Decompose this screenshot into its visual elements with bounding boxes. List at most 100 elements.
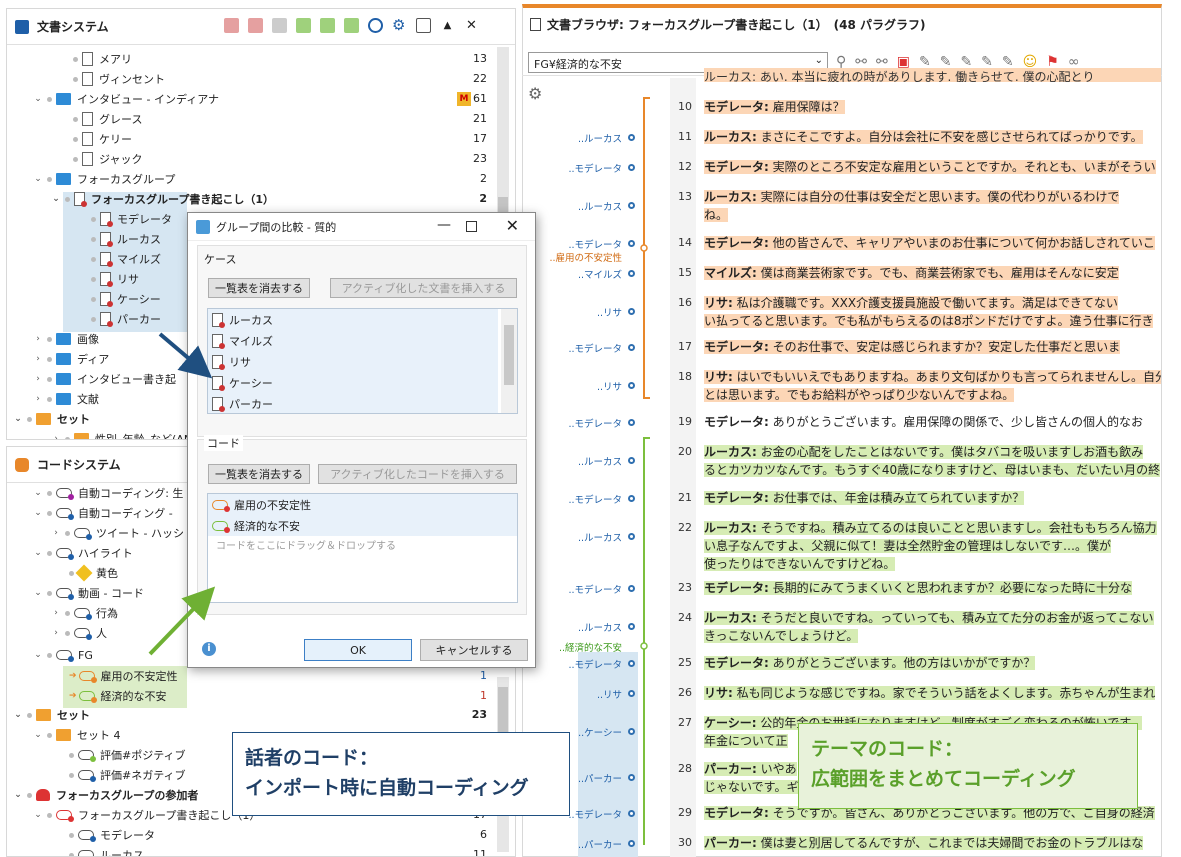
paragraph-text[interactable]: モデレータ: お仕事では、年金は積み立てられていますか？ — [704, 489, 1161, 507]
code-row-video[interactable]: ⌄ 動画 - コード — [33, 583, 144, 603]
close-icon[interactable]: ✕ — [506, 216, 519, 235]
tree-row-media[interactable]: › ディア — [33, 349, 109, 369]
speaker-code-stripe[interactable] — [628, 270, 635, 277]
speaker-code-stripe[interactable] — [628, 774, 635, 781]
insert-active-docs-button[interactable]: アクティブ化した文書を挿入する — [330, 278, 517, 298]
close-icon[interactable]: ✕ — [464, 18, 479, 33]
speaker-code-stripe[interactable] — [628, 164, 635, 171]
paragraph-text[interactable]: リサ: はいでもいいえでもありますね。あまり文句ばかりも言ってられませんし。自分… — [704, 368, 1161, 404]
paragraph-text[interactable]: モデレータ: 実際のところ不安定な雇用ということですか。それとも、いまがそうい — [704, 158, 1161, 176]
tree-row-kelly[interactable]: ケリー — [73, 129, 132, 149]
tree-row-jack[interactable]: ジャック — [73, 149, 142, 169]
paragraph-text[interactable]: パーカー: 僕は妻と別居してるんですが、これまでは夫婦間でお金のトラブルはな — [704, 834, 1161, 852]
tree-row-focus-group[interactable]: ⌄ フォーカスグループ — [33, 169, 175, 189]
code-item[interactable]: 経済的な不安 — [212, 516, 300, 536]
filter-icon[interactable] — [272, 18, 287, 33]
speaker-code-stripe[interactable] — [628, 810, 635, 817]
speaker-code-stripe[interactable] — [628, 344, 635, 351]
tree-row-lucas[interactable]: ルーカス — [91, 229, 161, 249]
undock-icon[interactable] — [416, 18, 431, 33]
code-item[interactable]: 雇用の不安定性 — [212, 495, 311, 515]
case-item[interactable]: ルーカス — [212, 310, 273, 330]
speaker-code-stripe[interactable] — [628, 382, 635, 389]
paragraph-text[interactable]: リサ: 私は介護職です。XXX介護支援員施設で働いてます。満足はできてない い払っ… — [704, 294, 1161, 330]
ok-button[interactable]: OK — [304, 639, 412, 661]
memo-badge[interactable]: M — [457, 92, 471, 106]
tree-row-vincent[interactable]: ヴィンセント — [73, 69, 165, 89]
coding-stripe-gear-icon[interactable]: ⚙ — [528, 84, 542, 103]
paragraph-text[interactable]: ルーカス: お金の心配をしたことはないです。僕はタバコを吸いますしお酒も飲み ると… — [704, 443, 1161, 479]
paragraph-text[interactable]: モデレータ: そのお仕事で、安定は感じられますか？安定した仕事だと思いま — [704, 338, 1161, 356]
code-row-lucas[interactable]: ルーカス — [69, 845, 144, 856]
paragraph-text[interactable]: ルーカス: そうですね。積み立てるのは良いことと思いますし。会社ももちろん協力い… — [704, 519, 1161, 573]
code-row-tweet[interactable]: › ツイート - ハッシ — [51, 523, 184, 543]
cancel-button[interactable]: キャンセルする — [420, 639, 528, 661]
code-row-eval-positive[interactable]: 評価#ポジティブ — [69, 745, 186, 765]
paragraph-text[interactable]: マイルズ: 僕は商業芸術家です。でも、商業芸術家でも、雇用はそんなに安定 — [704, 264, 1161, 282]
paragraph-text[interactable]: ルーカス: 実際には自分の仕事は安全だと思います。僕の代わりがいるわけで ね。 — [704, 188, 1161, 224]
tree-row-lisa[interactable]: リサ — [91, 269, 139, 289]
code-row-autocode-2[interactable]: ⌄ 自動コーディング - — [33, 503, 173, 523]
speaker-code-stripe[interactable] — [628, 585, 635, 592]
maximize-icon[interactable] — [466, 221, 477, 232]
collapse-icon[interactable]: ▲ — [440, 18, 455, 33]
paragraph-text[interactable]: リサ: 私も同じような感じですね。家でそういう話をよくします。赤ちゃんが生まれ — [704, 684, 1161, 702]
case-item[interactable]: パーカー — [212, 394, 273, 414]
tree-row-images[interactable]: › 画像 — [33, 329, 99, 349]
code-row-sets[interactable]: ⌄ セット — [13, 705, 90, 725]
speaker-code-stripe[interactable] — [628, 457, 635, 464]
tree-row-sets[interactable]: ⌄ セット — [13, 409, 90, 429]
clear-cases-button[interactable]: 一覧表を消去する — [208, 278, 310, 298]
paragraph-text[interactable]: モデレータ: 雇用保障は？ — [704, 98, 1161, 116]
speaker-code-stripe[interactable] — [628, 202, 635, 209]
tree-row-grace[interactable]: グレース — [73, 109, 142, 129]
tree-row-interview-indiana[interactable]: ⌄ インタビュー - インディアナ — [33, 89, 219, 109]
delete-docs-icon[interactable] — [224, 18, 239, 33]
code-row-action[interactable]: › 行為 — [51, 603, 118, 623]
tree-row-parker[interactable]: パーカー — [91, 309, 161, 329]
insert-active-codes-button[interactable]: アクティブ化したコードを挿入する — [318, 464, 517, 484]
code-row-autocode-1[interactable]: ⌄ 自動コーディング: 生 — [33, 483, 183, 503]
speaker-code-stripe[interactable] — [628, 308, 635, 315]
speaker-code-stripe[interactable] — [628, 623, 635, 630]
case-item[interactable]: リサ — [212, 352, 251, 372]
paragraph-text[interactable]: モデレータ: ありがとうございます。雇用保障の関係で、少し皆さんの個人的なお — [704, 413, 1161, 431]
code-row-set4[interactable]: ⌄ セット 4 — [33, 725, 121, 745]
tree-row-interview-transcripts[interactable]: › インタビュー書き起 — [33, 369, 176, 389]
tree-row-moderator[interactable]: モデレータ — [91, 209, 172, 229]
paragraph-text[interactable]: モデレータ: ありがとうございます。他の方はいかがですか？ — [704, 654, 1161, 672]
speaker-code-stripe[interactable] — [628, 495, 635, 502]
gear-icon[interactable]: ⚙ — [392, 18, 407, 33]
clear-codes-button[interactable]: 一覧表を消去する — [208, 464, 310, 484]
speaker-code-stripe[interactable] — [628, 240, 635, 247]
code-row-moderator[interactable]: モデレータ — [69, 825, 155, 845]
paragraph-text[interactable]: モデレータ: 長期的にみてうまくいくと思われますか？必要になった時に十分な — [704, 579, 1161, 597]
code-row-eval-negative[interactable]: 評価#ネガティブ — [69, 765, 186, 785]
code-row-fg[interactable]: ⌄ FG — [33, 645, 93, 665]
tree-row-set-gender[interactable]: › 性別_年齢_など(AND — [51, 429, 201, 439]
case-item[interactable]: マイルズ — [212, 331, 273, 351]
speaker-code-stripe[interactable] — [628, 840, 635, 847]
paragraph-text[interactable]: モデレータ: 他の皆さんで、キャリアやいまのお仕事について何かお話しされていこ — [704, 234, 1161, 252]
tree-row-fg-transcript[interactable]: ⌄ フォーカスグループ書き起こし（1） — [51, 189, 274, 209]
import-icon[interactable] — [296, 18, 311, 33]
speaker-code-stripe[interactable] — [628, 690, 635, 697]
code-row-person[interactable]: › 人 — [51, 623, 107, 643]
speaker-code-stripe[interactable] — [628, 419, 635, 426]
copy-docs-icon[interactable] — [248, 18, 263, 33]
paragraph-text[interactable]: ルーカス: まさにそこですよ。自分は会社に不安を感じさせられてばっかりです。 — [704, 128, 1161, 146]
speaker-code-stripe[interactable] — [628, 728, 635, 735]
code-row-job-insecurity[interactable]: ➔ 雇用の不安定性 — [69, 666, 178, 686]
tree-row-miles[interactable]: マイルズ — [91, 249, 161, 269]
paragraph-text[interactable]: ルーカス: そうだと良いですね。っていっても、積み立てた分のお金が返ってこないき… — [704, 609, 1161, 645]
minimize-icon[interactable]: — — [437, 217, 451, 233]
search-icon[interactable] — [368, 18, 383, 33]
help-icon[interactable]: i — [202, 642, 216, 656]
cases-scrollbar[interactable] — [501, 309, 517, 413]
new-doc-icon[interactable] — [320, 18, 335, 33]
speaker-code-stripe[interactable] — [628, 134, 635, 141]
code-row-financial-insecurity[interactable]: ➔ 経済的な不安 — [69, 686, 167, 706]
case-item[interactable]: ケーシー — [212, 373, 273, 393]
code-row-highlight[interactable]: ⌄ ハイライト — [33, 543, 133, 563]
tree-row-literature[interactable]: › 文献 — [33, 389, 99, 409]
